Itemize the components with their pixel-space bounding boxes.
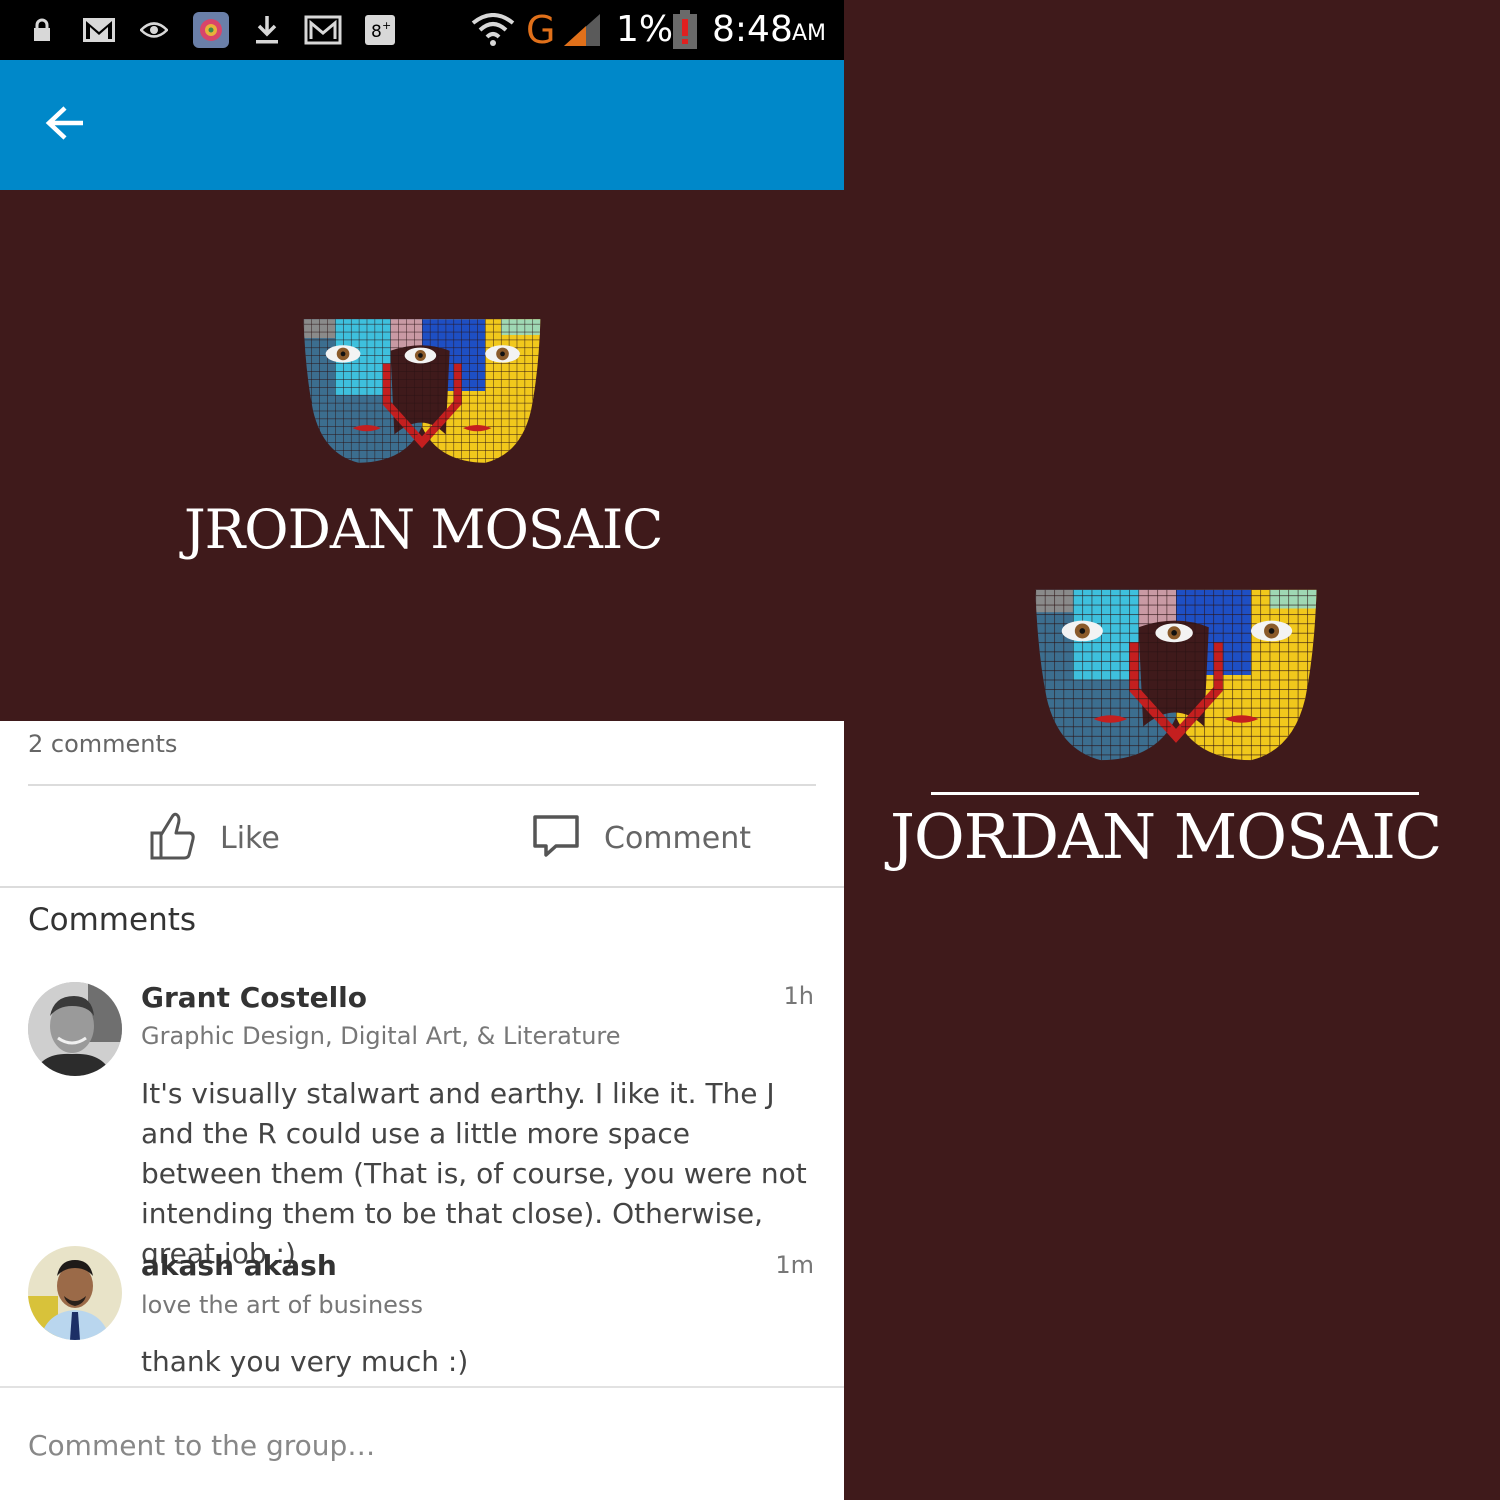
comment-time: 1h (783, 982, 814, 1010)
status-bar: 8 + G 1% 8:48 AM (0, 0, 844, 60)
clock-ampm: AM (792, 21, 827, 46)
post-image[interactable]: JRODAN MOSAIC (0, 190, 844, 721)
svg-text:+: + (382, 19, 391, 32)
post-logo-title: JRODAN MOSAIC (184, 498, 663, 561)
network-type: G (526, 8, 556, 52)
app-bar (0, 60, 844, 190)
divider (0, 886, 844, 888)
side-logo-title: JORDAN MOSAIC (890, 800, 1442, 873)
comment-text: thank you very much :) (141, 1345, 469, 1378)
commenter-name[interactable]: akash akash (141, 1249, 337, 1282)
like-label: Like (220, 820, 280, 856)
gmail-icon (82, 12, 116, 48)
eye-icon (140, 12, 168, 48)
comments-heading: Comments (28, 902, 197, 938)
signal-icon (562, 12, 602, 48)
avatar[interactable] (28, 1246, 122, 1340)
comment-input[interactable] (28, 1420, 818, 1470)
phone-screen: 8 + G 1% 8:48 AM JRODAN MOSAIC 2 comment… (0, 0, 844, 1500)
back-button[interactable] (30, 90, 100, 160)
commenter-headline: Graphic Design, Digital Art, & Literatur… (141, 1022, 621, 1050)
comment-time: 1m (775, 1251, 814, 1279)
comment-button[interactable]: Comment (532, 800, 751, 876)
comment-count[interactable]: 2 comments (28, 730, 177, 758)
divider (28, 784, 816, 786)
gmail-outline-icon (304, 12, 342, 48)
clock-time: 8:48 (712, 9, 793, 50)
avatar[interactable] (28, 982, 122, 1076)
comment-label: Comment (604, 820, 751, 856)
thumbs-up-icon (148, 811, 196, 865)
mosaic-masks-logo (303, 319, 541, 463)
app-icon (192, 12, 230, 48)
logo-rule (931, 792, 1419, 795)
download-icon (254, 12, 280, 48)
lock-icon (32, 12, 52, 48)
svg-text:8: 8 (371, 22, 382, 42)
speech-bubble-icon (532, 814, 580, 862)
comment-text: It's visually stalwart and earthy. I lik… (141, 1077, 807, 1270)
divider (0, 1386, 844, 1388)
wifi-icon (470, 12, 516, 48)
battery-low-icon (672, 10, 698, 49)
battery-percent: 1% (616, 9, 674, 50)
logo-panel: JORDAN MOSAIC (844, 0, 1500, 1500)
arrow-left-icon (45, 105, 85, 145)
commenter-name[interactable]: Grant Costello (141, 981, 367, 1014)
commenter-headline: love the art of business (141, 1291, 423, 1319)
mosaic-masks-logo (1035, 589, 1317, 761)
like-button[interactable]: Like (148, 800, 280, 876)
google-plus-icon: 8 + (364, 12, 396, 48)
